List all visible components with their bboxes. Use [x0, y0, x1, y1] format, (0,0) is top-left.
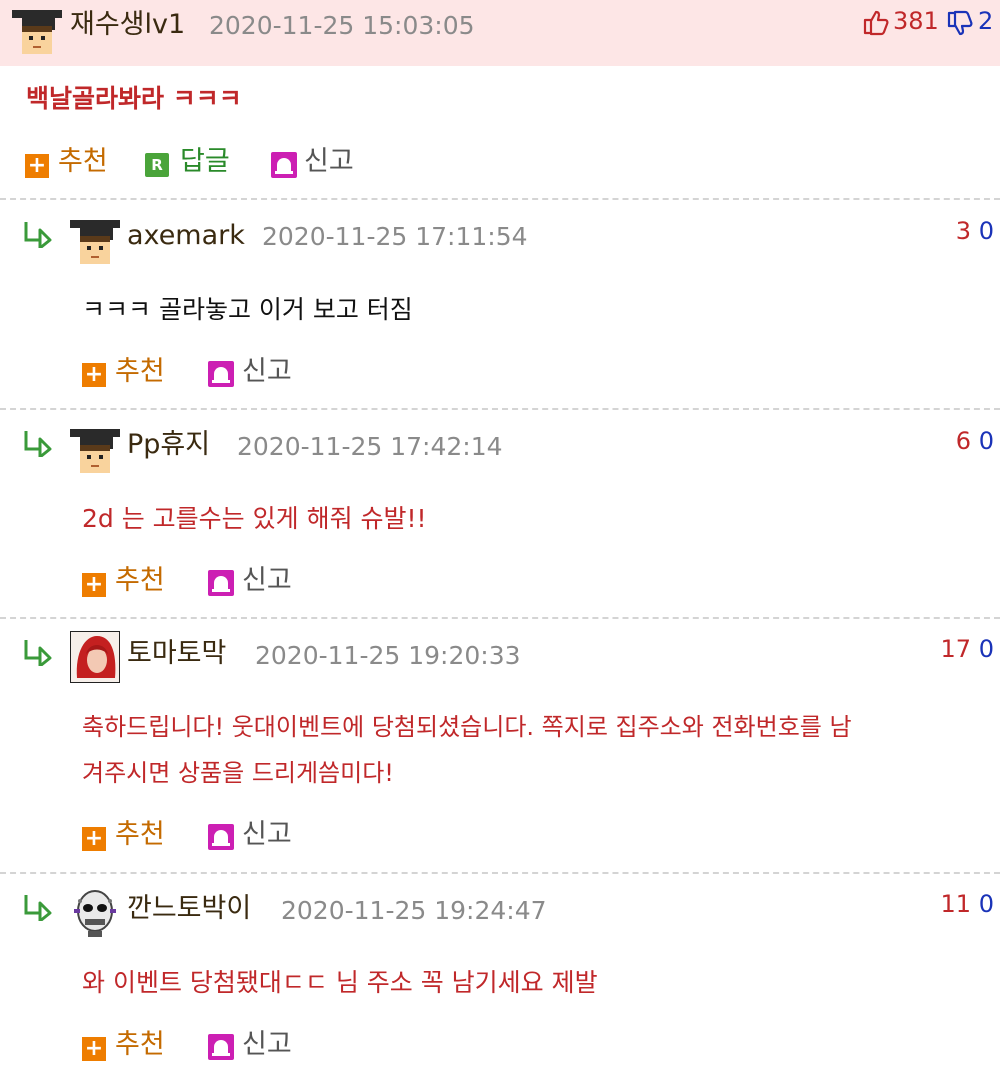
recommend-button[interactable]: 추천 — [115, 1029, 165, 1061]
reply-button[interactable]: 답글 — [180, 146, 230, 178]
reply-vote-counts: 3 0 — [956, 216, 994, 246]
reply-arrow-icon — [22, 893, 56, 921]
reply-author[interactable]: Pp휴지 — [127, 429, 210, 461]
reply-text: 2d 는 고를수는 있게 해줘 슈발!! — [82, 504, 427, 533]
siren-icon[interactable] — [271, 152, 297, 178]
siren-icon[interactable] — [208, 570, 234, 596]
downvote-count: 0 — [978, 427, 994, 455]
recommend-button[interactable]: 추천 — [115, 565, 165, 597]
siren-icon[interactable] — [208, 361, 234, 387]
reply-author[interactable]: 토마토막 — [127, 638, 226, 670]
comment-timestamp: 2020-11-25 15:03:05 — [209, 11, 475, 40]
reply-arrow-icon — [22, 220, 56, 248]
downvote-count: 0 — [978, 635, 994, 663]
report-button[interactable]: 신고 — [242, 1029, 292, 1061]
reply-author[interactable]: 깐느토박이 — [127, 893, 251, 925]
graduate-avatar[interactable] — [70, 423, 120, 475]
comment-text: 백날골라봐라 ㅋㅋㅋ — [26, 84, 242, 113]
reply-timestamp: 2020-11-25 19:24:47 — [281, 896, 547, 925]
reply-arrow-icon — [22, 429, 56, 457]
plus-icon[interactable]: + — [25, 154, 49, 178]
recommend-button[interactable]: 추천 — [115, 356, 165, 388]
reply-author[interactable]: axemark — [127, 220, 245, 252]
reply-vote-counts: 17 0 — [941, 634, 994, 664]
plus-icon[interactable]: + — [82, 573, 106, 597]
plus-icon[interactable]: + — [82, 827, 106, 851]
divider — [0, 198, 1000, 200]
report-button[interactable]: 신고 — [242, 819, 292, 851]
graduate-avatar[interactable] — [12, 4, 62, 56]
reply-text-line: 겨주시면 상품을 드리게씀미다! — [82, 759, 394, 787]
reply-vote-counts: 6 0 — [956, 426, 994, 456]
report-button[interactable]: 신고 — [242, 565, 292, 597]
divider — [0, 872, 1000, 874]
reply-timestamp: 2020-11-25 17:11:54 — [262, 222, 528, 251]
reply-text: ㅋㅋㅋ 골라놓고 이거 보고 터짐 — [82, 295, 413, 324]
plus-icon[interactable]: + — [82, 1037, 106, 1061]
skull-mask-avatar[interactable] — [70, 887, 120, 939]
recommend-button[interactable]: 추천 — [58, 146, 108, 178]
red-hair-avatar[interactable] — [70, 631, 120, 683]
reply-arrow-icon — [22, 638, 56, 666]
downvote-count: 2 — [978, 7, 994, 35]
divider — [0, 408, 1000, 410]
report-button[interactable]: 신고 — [304, 146, 354, 178]
upvote-count: 6 — [955, 427, 972, 455]
downvote-count: 0 — [978, 217, 994, 245]
upvote-count: 381 — [893, 7, 939, 35]
recommend-button[interactable]: 추천 — [115, 819, 165, 851]
reply-text-line: 축하드립니다! 웃대이벤트에 당첨되셨습니다. 쪽지로 집주소와 전화번호를 남 — [82, 713, 852, 741]
reply-r-icon[interactable]: R — [145, 153, 169, 177]
downvote-count: 0 — [978, 890, 994, 918]
reply-vote-counts: 11 0 — [941, 889, 994, 919]
thumbs-up-icon[interactable] — [862, 8, 890, 40]
upvote-count: 17 — [940, 635, 972, 663]
upvote-count: 11 — [940, 890, 972, 918]
reply-timestamp: 2020-11-25 19:20:33 — [255, 641, 521, 670]
reply-timestamp: 2020-11-25 17:42:14 — [237, 432, 503, 461]
report-button[interactable]: 신고 — [242, 356, 292, 388]
divider — [0, 617, 1000, 619]
upvote-count: 3 — [955, 217, 972, 245]
siren-icon[interactable] — [208, 1034, 234, 1060]
siren-icon[interactable] — [208, 824, 234, 850]
thumbs-down-icon[interactable] — [946, 10, 974, 42]
reply-text: 와 이벤트 당첨됐대ㄷㄷ 님 주소 꼭 남기세요 제발 — [82, 968, 598, 997]
plus-icon[interactable]: + — [82, 363, 106, 387]
graduate-avatar[interactable] — [70, 214, 120, 266]
comment-author[interactable]: 재수생lv1 — [70, 9, 185, 41]
